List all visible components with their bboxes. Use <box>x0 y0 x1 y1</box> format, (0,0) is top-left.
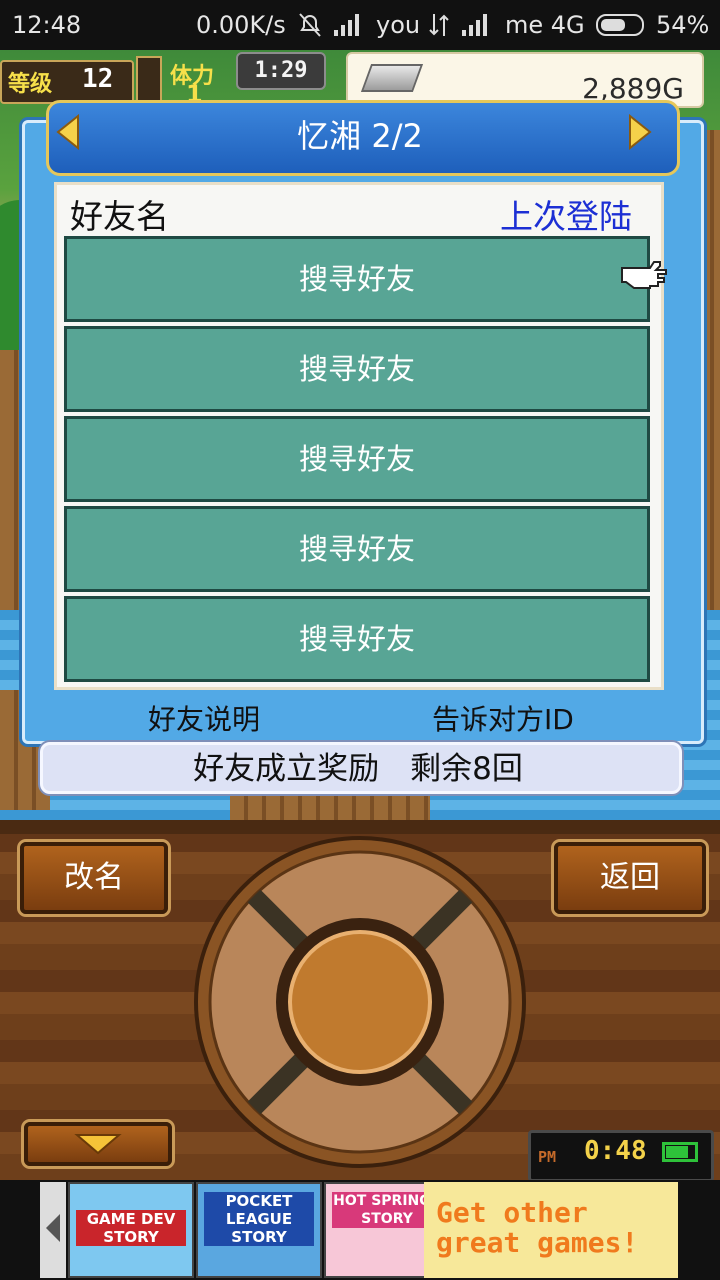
ad-cta-line-1: Get other <box>436 1196 588 1229</box>
clock-period: PM <box>538 1148 557 1166</box>
battery-level <box>666 1146 688 1158</box>
pointing-hand-icon <box>621 261 667 289</box>
share-id-button[interactable]: 告诉对方ID <box>432 698 574 738</box>
down-arrow-icon <box>74 1134 122 1155</box>
search-friend-slot[interactable]: 搜寻好友 <box>64 236 650 322</box>
gold-bar-icon <box>360 64 424 92</box>
ad-tile-title: POCKET LEAGUE STORY <box>204 1192 314 1246</box>
search-friend-slot[interactable]: 搜寻好友 <box>64 326 650 412</box>
carrier-1: you <box>376 11 421 39</box>
search-friend-slot[interactable]: 搜寻好友 <box>64 416 650 502</box>
ad-pocket-league-story[interactable]: POCKET LEAGUE STORY <box>196 1182 322 1278</box>
reward-text: 好友成立奖励 剩余8回 <box>193 751 523 787</box>
level-label: 等级 <box>8 72 53 97</box>
status-speed: 0.00K/s <box>196 11 286 39</box>
stamina-timer: 1:29 <box>236 52 326 90</box>
ad-prev-arrow-icon <box>46 1214 60 1242</box>
directional-pad[interactable] <box>192 834 528 1170</box>
ad-tile-title: GAME DEV STORY <box>76 1210 186 1246</box>
battery-percent: 54% <box>656 11 710 39</box>
battery-icon <box>596 14 644 36</box>
column-last-login: 上次登陆 <box>500 197 632 236</box>
signal-icon <box>334 14 359 36</box>
ad-cta[interactable]: Get other great games! <box>436 1198 672 1258</box>
search-friend-slot[interactable]: 搜寻好友 <box>64 506 650 592</box>
ad-game-dev-story[interactable]: GAME DEV STORY <box>68 1182 194 1278</box>
clock-time: 0:48 <box>584 1136 647 1166</box>
back-button[interactable]: 返回 <box>554 842 706 914</box>
signal-icon-2 <box>462 14 487 36</box>
dialog-title: 忆湘 2/2 <box>297 117 423 155</box>
column-friend-name: 好友名 <box>70 197 169 236</box>
data-arrows-icon <box>429 14 449 36</box>
panel-border <box>0 820 720 834</box>
status-time: 12:48 <box>12 11 82 39</box>
friend-info-button[interactable]: 好友说明 <box>148 698 260 738</box>
scroll-down-button[interactable] <box>24 1122 172 1166</box>
status-bar: 12:48 0.00K/s you me 4G 54% <box>0 0 720 50</box>
level-value: 12 <box>82 64 114 94</box>
search-friend-slot[interactable]: 搜寻好友 <box>64 596 650 682</box>
next-page-arrow-icon[interactable] <box>628 114 652 150</box>
ad-cta-line-2: great games! <box>436 1226 639 1259</box>
mute-icon <box>299 13 321 37</box>
carrier-2: me 4G <box>505 11 585 39</box>
rename-button[interactable]: 改名 <box>20 842 168 914</box>
